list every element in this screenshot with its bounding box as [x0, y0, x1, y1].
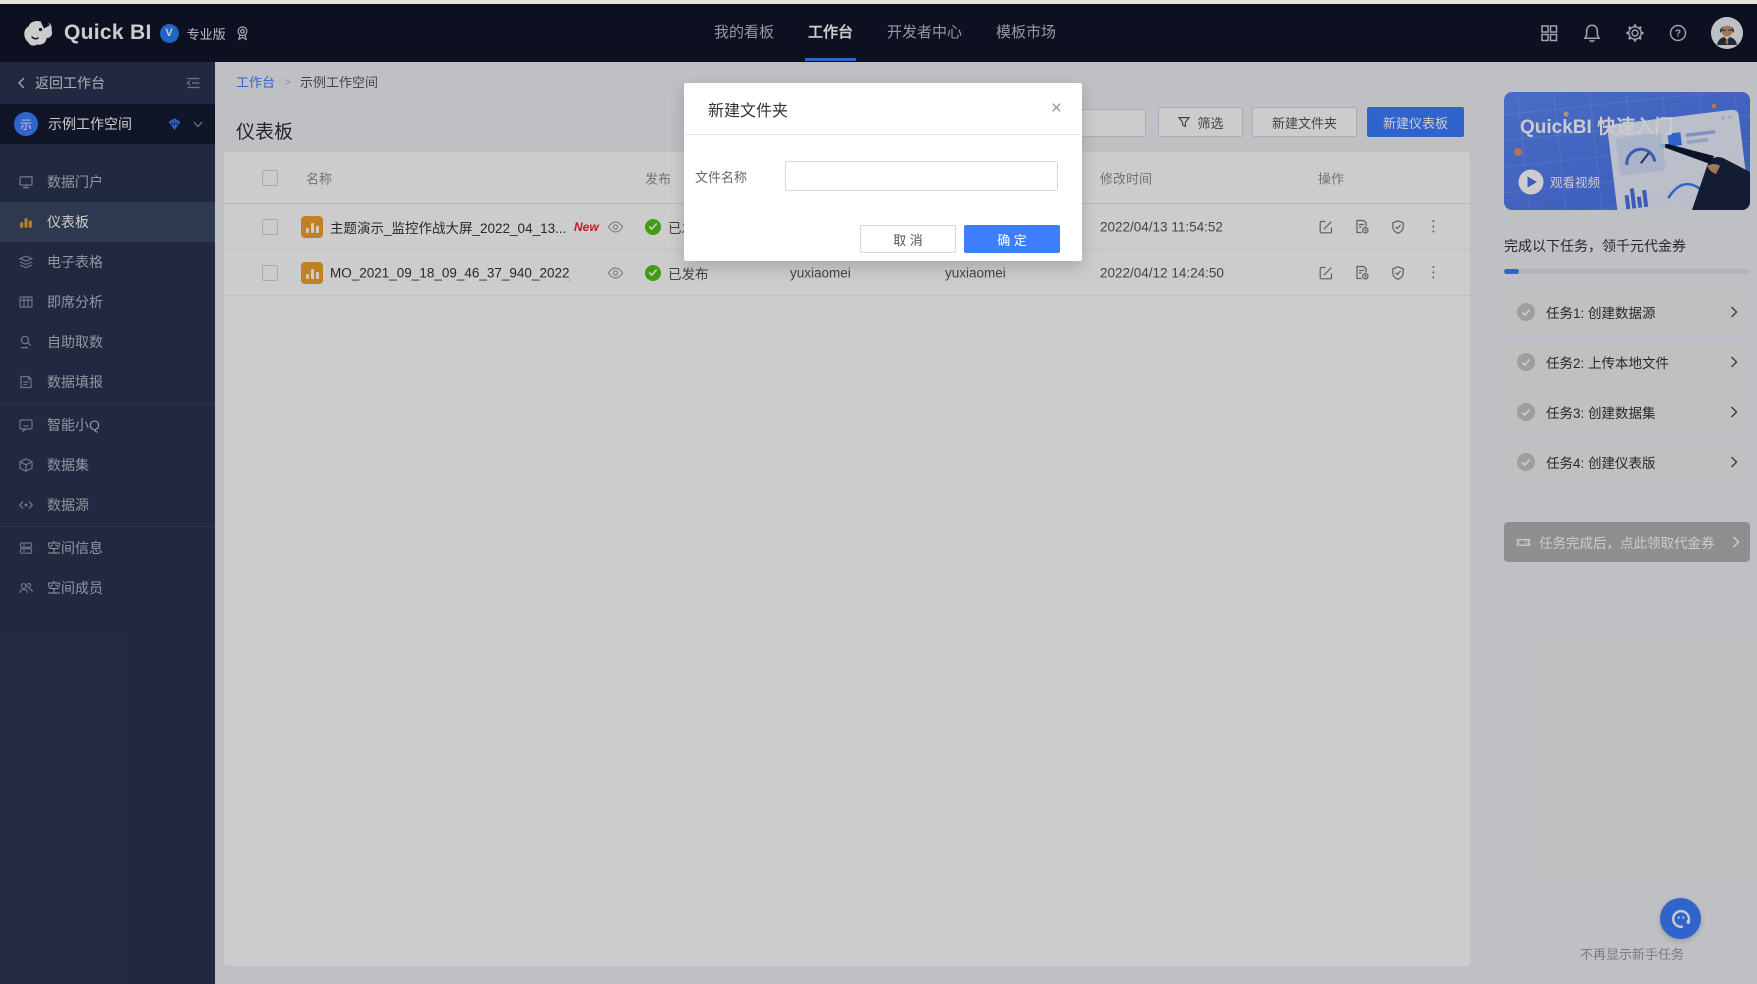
modal-footer: 取 消 确 定 [684, 225, 1082, 253]
cancel-button[interactable]: 取 消 [860, 225, 956, 253]
browser-edge-strip [0, 0, 1757, 4]
modal-body: 文件名称 [684, 135, 1082, 213]
new-folder-modal: 新建文件夹 × 文件名称 取 消 确 定 [684, 83, 1082, 261]
folder-name-label: 文件名称 [695, 167, 747, 186]
folder-name-input[interactable] [785, 161, 1058, 191]
modal-title: 新建文件夹 [708, 97, 788, 121]
close-icon[interactable]: × [1047, 95, 1066, 122]
confirm-button[interactable]: 确 定 [964, 225, 1060, 253]
modal-header: 新建文件夹 [684, 83, 1082, 135]
